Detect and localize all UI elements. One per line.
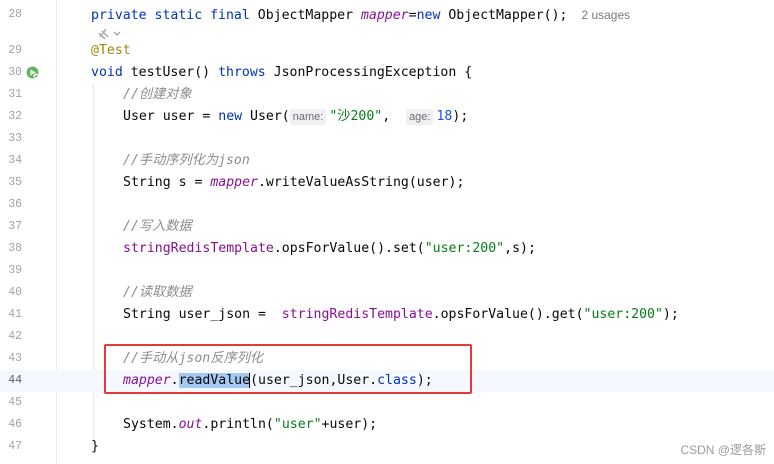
line-number: 35 (8, 176, 22, 189)
line-number: 43 (8, 352, 22, 365)
field-name: mapper (210, 175, 258, 190)
declaration: String user_json = (123, 307, 282, 322)
keyword: private static final (91, 8, 250, 23)
code-text: void testUser() throws JsonProcessingExc… (91, 62, 472, 84)
intention-bulb-icon[interactable] (96, 27, 126, 41)
code-line-46: 46 System.out.println("user"+user); (0, 414, 774, 436)
line-number: 28 (8, 8, 22, 21)
code-line-41: 41 String user_json = stringRedisTemplat… (0, 304, 774, 326)
usages-link[interactable]: 2 usages (581, 8, 630, 22)
line-number: 38 (8, 242, 22, 255)
comment: //读取数据 (123, 285, 192, 300)
constructor-call: ObjectMapper(); (448, 8, 568, 23)
comment: //写入数据 (123, 219, 192, 234)
code-line-40: 40 //读取数据 (0, 282, 774, 304)
code-line-32: 32 User user = new User(name: "沙200", age… (0, 106, 774, 128)
constructor-call: User( (242, 109, 290, 124)
line-number: 47 (8, 440, 22, 453)
line-number: 33 (8, 132, 22, 145)
exception-type: JsonProcessingException { (273, 65, 473, 80)
line-number: 46 (8, 418, 22, 431)
parameter-hint-name: name: (289, 109, 327, 125)
field-name: mapper (360, 8, 409, 23)
code-line-34: 34 //手动序列化为json (0, 150, 774, 172)
declaration: User user = (123, 109, 219, 124)
static-field: out (178, 417, 203, 432)
code-line-47: 47 } (0, 436, 774, 458)
line-number: 37 (8, 220, 22, 233)
class-ref: System. (123, 417, 179, 432)
code-text: String s = mapper.writeValueAsString(use… (123, 172, 464, 194)
code-line-28: 28 private static final ObjectMapper map… (0, 4, 774, 26)
line-number: 42 (8, 330, 22, 343)
args-close: ,s); (504, 241, 536, 256)
close-paren: ); (452, 109, 469, 124)
code-line-45: 45 (0, 392, 774, 414)
code-line-30: 30 void testUser() throws JsonProcessing… (0, 62, 774, 84)
code-line-38: 38 stringRedisTemplate.opsForValue().set… (0, 238, 774, 260)
closing-brace: } (91, 439, 99, 454)
watermark: CSDN @逻各斯 (680, 443, 766, 457)
number-literal: 18 (436, 109, 453, 124)
declaration: String s = (123, 175, 211, 190)
code-text: String user_json = stringRedisTemplate.o… (123, 304, 679, 326)
run-test-icon[interactable] (26, 66, 39, 79)
keyword-void: void (91, 65, 123, 80)
line-number: 41 (8, 308, 22, 321)
line-number: 40 (8, 286, 22, 299)
line-number: 31 (8, 88, 22, 101)
code-line-39: 39 (0, 260, 774, 282)
line-number: 44 (8, 374, 22, 387)
code-line-37: 37 //写入数据 (0, 216, 774, 238)
highlight-box (104, 344, 472, 394)
comma: , (382, 109, 391, 124)
string-literal: "user" (273, 417, 322, 432)
line-number: 39 (8, 264, 22, 277)
line-number: 36 (8, 198, 22, 211)
method-call: .writeValueAsString(user); (257, 175, 465, 190)
code-text: private static final ObjectMapper mapper… (91, 4, 630, 27)
code-line-31: 31 //创建对象 (0, 84, 774, 106)
string-literal: "沙200" (329, 109, 383, 124)
code-line-35: 35 String s = mapper.writeValueAsString(… (0, 172, 774, 194)
line-number: 45 (8, 396, 22, 409)
code-text: stringRedisTemplate.opsForValue().set("u… (123, 238, 536, 260)
string-literal: "user:200" (424, 241, 505, 256)
keyword-new: new (416, 8, 441, 23)
annotation: @Test (91, 43, 131, 58)
field-name: stringRedisTemplate (123, 241, 274, 256)
string-literal: "user:200" (583, 307, 663, 322)
code-text: System.out.println("user"+user); (123, 414, 377, 436)
field-name: stringRedisTemplate (281, 307, 433, 322)
code-line-36: 36 (0, 194, 774, 216)
code-line-33: 33 (0, 128, 774, 150)
code-line-29: 29 @Test (0, 40, 774, 62)
line-number: 30 (8, 66, 22, 79)
operator: = (408, 8, 417, 23)
line-number: 29 (8, 44, 22, 57)
type-name: ObjectMapper (257, 8, 354, 23)
line-number: 32 (8, 110, 22, 123)
code-text: User user = new User(name: "沙200", age: 18… (123, 106, 468, 128)
args-close: +user); (321, 417, 378, 432)
method-call: .opsForValue().get( (432, 307, 584, 322)
keyword-throws: throws (218, 65, 266, 80)
comment: //手动序列化为json (123, 153, 250, 168)
method-name: testUser() (130, 65, 211, 80)
line-number: 34 (8, 154, 22, 167)
comment: //创建对象 (123, 87, 192, 102)
method-call: .opsForValue().set( (273, 241, 425, 256)
method-call: .println( (202, 417, 274, 432)
keyword-new: new (218, 109, 243, 124)
parameter-hint-age: age: (406, 109, 434, 125)
args-close: ); (662, 307, 679, 322)
